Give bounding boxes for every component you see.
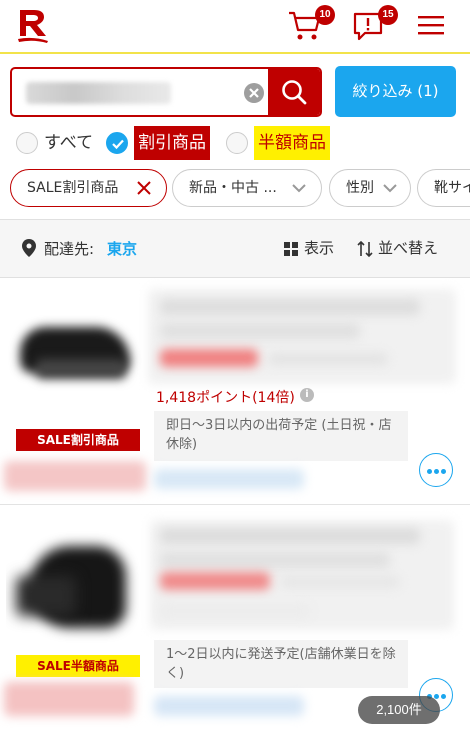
product-card[interactable]: 1,418ポイント(14倍) i SALE割引商品 即日〜3日以内の出荷予定 (… xyxy=(0,279,470,505)
radio-discount[interactable] xyxy=(106,132,128,154)
delivery-city-link[interactable]: 東京 xyxy=(107,220,137,278)
result-count-pill: 2,100件 xyxy=(358,696,440,724)
cart-count-badge: 10 xyxy=(315,5,335,25)
location-pin-icon xyxy=(22,239,36,257)
blurred-shop-banner xyxy=(4,682,134,716)
chip-sale-discount[interactable]: SALE割引商品 xyxy=(10,169,167,207)
search-bar xyxy=(10,67,322,117)
chip-label: 新品・中古 ... xyxy=(189,180,277,196)
radio-discount-label[interactable]: 割引商品 xyxy=(134,126,210,160)
sale-badge: SALE割引商品 xyxy=(16,429,140,451)
shipping-info: 1〜2日以内に発送予定(店舗休業日を除く) xyxy=(154,640,408,688)
app-header: 10 15 xyxy=(0,0,470,54)
chip-condition[interactable]: 新品・中古 ... xyxy=(172,169,322,207)
shipping-info: 即日〜3日以内の出荷予定 (土日祝・店休除) xyxy=(154,411,408,461)
notification-count-badge: 15 xyxy=(378,5,398,25)
blurred-search-query xyxy=(26,82,171,104)
blurred-shop-banner xyxy=(4,461,146,491)
delivery-label: 配達先: xyxy=(44,240,95,258)
sale-badge: SALE半額商品 xyxy=(16,655,140,677)
info-icon[interactable]: i xyxy=(300,388,314,402)
chip-label: SALE割引商品 xyxy=(27,180,119,196)
hamburger-menu-icon[interactable] xyxy=(418,14,444,36)
chevron-down-icon xyxy=(292,184,306,193)
blurred-price xyxy=(160,349,258,367)
radio-half-price-label[interactable]: 半額商品 xyxy=(254,126,330,160)
chip-label: 性別 xyxy=(346,180,374,196)
sort-icon[interactable] xyxy=(356,240,374,258)
grid-view-icon[interactable] xyxy=(284,242,298,256)
product-image[interactable] xyxy=(6,518,146,648)
blurred-price xyxy=(160,572,270,590)
chip-gender[interactable]: 性別 xyxy=(329,169,411,207)
radio-all-label[interactable]: すべて xyxy=(44,126,93,160)
blurred-shop-link xyxy=(154,696,304,716)
product-image[interactable] xyxy=(6,303,146,399)
checkmark-icon xyxy=(112,139,124,150)
remove-filter-icon[interactable] xyxy=(135,179,153,197)
view-toggle-label[interactable]: 表示 xyxy=(304,220,334,276)
sort-label[interactable]: 並べ替え xyxy=(378,220,438,276)
radio-all[interactable] xyxy=(16,132,38,154)
points-text: 1,418ポイント(14倍) xyxy=(156,390,295,406)
delivery-toolbar: 配達先: 東京 表示 並べ替え xyxy=(0,220,470,278)
search-icon xyxy=(282,80,307,105)
rakuten-logo-icon[interactable] xyxy=(16,8,50,44)
chevron-down-icon xyxy=(383,184,397,193)
discount-filter-options: すべて 割引商品 半額商品 xyxy=(12,126,462,160)
chip-shoe-size[interactable]: 靴サイ xyxy=(417,169,470,207)
more-options-button[interactable] xyxy=(419,453,453,487)
filter-button[interactable]: 絞り込み (1) xyxy=(335,66,456,117)
radio-half-price[interactable] xyxy=(226,132,248,154)
chip-label: 靴サイ xyxy=(434,180,470,196)
clear-search-icon[interactable] xyxy=(244,83,264,103)
blurred-shop-link xyxy=(154,469,304,489)
search-button[interactable] xyxy=(268,69,320,115)
